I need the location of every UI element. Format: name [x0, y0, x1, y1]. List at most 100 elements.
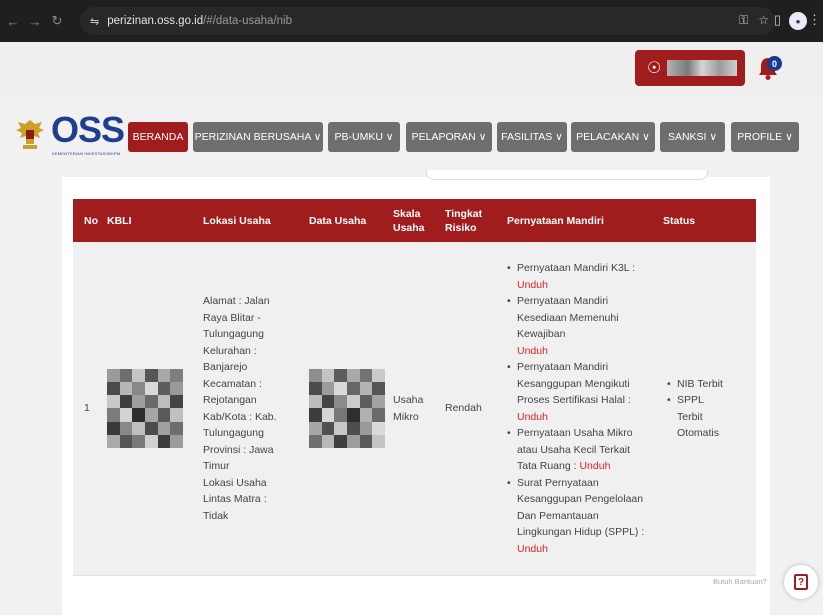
- redacted-pixel: [132, 368, 145, 382]
- redacted-pixel: [334, 381, 347, 396]
- nav-beranda[interactable]: BERANDA: [128, 122, 188, 152]
- oss-logo[interactable]: OSS: [51, 112, 125, 148]
- oss-logo-subtitle: KEMENTERIAN INVESTASI/BKPM: [52, 151, 121, 156]
- redacted-pixel: [347, 435, 360, 449]
- redacted-pixel: [347, 421, 360, 436]
- status-text: Otomatis: [677, 427, 720, 439]
- garuda-emblem-icon: [16, 120, 44, 149]
- redacted-pixel: [347, 408, 360, 422]
- pernyataan-text: Pernyataan Mandiri: [517, 295, 609, 307]
- pernyataan-text: Dan Pemantauan: [517, 509, 599, 522]
- cell-risiko: Rendah: [441, 242, 503, 575]
- redacted-pixel: [145, 381, 158, 396]
- cell-kbli: [103, 242, 195, 575]
- pernyataan-item: Pernyataan Usaha Mikro atau Usaha Kecil T…: [507, 425, 655, 475]
- lokasi-line: Tulungagung: [203, 328, 264, 340]
- unduh-link[interactable]: Unduh: [517, 541, 655, 558]
- lokasi-line: Tidak: [203, 509, 229, 522]
- lokasi-line: Lokasi Usaha: [203, 476, 267, 489]
- redacted-pixel: [334, 368, 347, 382]
- password-key-icon[interactable]: ⚿: [739, 13, 748, 28]
- redacted-pixel: [170, 421, 183, 436]
- redacted-pixel: [157, 408, 171, 422]
- redacted-pixel: [119, 395, 133, 409]
- skala-line: Mikro: [393, 410, 419, 423]
- help-button[interactable]: ?: [784, 565, 818, 599]
- redacted-pixel: [372, 435, 385, 449]
- pernyataan-text: Proses Sertifikasi Halal :: [517, 394, 631, 406]
- cell-skala: Usaha Mikro: [389, 242, 441, 575]
- pernyataan-item: Surat Pernyataan Kesanggupan Pengelolaan D…: [507, 475, 655, 558]
- col-header-status: Status: [659, 199, 756, 242]
- skala-line: Usaha: [393, 394, 424, 406]
- redacted-pixel: [107, 381, 120, 396]
- kbli-redacted: [107, 368, 183, 449]
- browser-profile-avatar[interactable]: ●: [789, 12, 807, 30]
- cell-lokasi: Alamat : Jalan Raya Blitar - Tulungagung Ke…: [195, 242, 305, 575]
- redacted-pixel: [372, 408, 385, 422]
- col-header-tingkat-risiko: Tingkat Risiko: [441, 199, 503, 242]
- unduh-link[interactable]: Unduh: [517, 343, 655, 360]
- redacted-pixel: [119, 381, 133, 396]
- redacted-pixel: [309, 395, 322, 409]
- help-label: Butuh Bantuan?: [713, 577, 767, 586]
- pernyataan-text: Pernyataan Usaha Mikro: [517, 427, 633, 439]
- redacted-pixel: [334, 408, 347, 422]
- unduh-link[interactable]: Unduh: [579, 460, 610, 472]
- nav-profile[interactable]: PROFILE ∨: [731, 122, 799, 152]
- back-arrow-icon[interactable]: ←: [4, 14, 22, 29]
- table-row: 1 Alamat : Jalan Raya Blitar - Tulungagung…: [73, 242, 756, 575]
- pernyataan-text: Kesanggupan Pengelolaan: [517, 493, 644, 505]
- redacted-pixel: [119, 368, 133, 382]
- redacted-pixel: [309, 408, 322, 422]
- redacted-pixel: [359, 435, 373, 449]
- redacted-pixel: [359, 421, 373, 436]
- redacted-pixel: [309, 368, 322, 382]
- status-text: Terbit: [677, 410, 703, 423]
- cell-status: NIB Terbit SPPL Terbit Otomatis: [659, 242, 756, 575]
- forward-arrow-icon[interactable]: →: [26, 14, 44, 29]
- redacted-pixel: [145, 395, 158, 409]
- url-host: perizinan.oss.go.id: [107, 15, 204, 27]
- nav-perizinan-berusaha[interactable]: PERIZINAN BERUSAHA ∨: [193, 122, 323, 152]
- help-question-icon: ?: [794, 574, 808, 590]
- reload-icon[interactable]: ↻: [48, 13, 66, 29]
- redacted-pixel: [334, 421, 347, 436]
- redacted-pixel: [170, 408, 183, 422]
- bookmark-star-icon[interactable]: ☆: [758, 13, 769, 28]
- col-header-skala-usaha: Skala Usaha: [389, 199, 441, 242]
- redacted-pixel: [157, 395, 171, 409]
- redacted-pixel: [372, 368, 385, 382]
- table-footer-row: [73, 575, 756, 615]
- browser-menu-icon[interactable]: ⋮: [808, 12, 821, 28]
- cell-pernyataan: Pernyataan Mandiri K3L :UnduhPernyataan …: [503, 242, 659, 575]
- search-box-edge[interactable]: [426, 170, 708, 180]
- redacted-pixel: [132, 381, 145, 396]
- redacted-pixel: [347, 395, 360, 409]
- nav-pb-umku[interactable]: PB-UMKU ∨: [328, 122, 400, 152]
- redacted-pixel: [107, 368, 120, 382]
- lokasi-text: Alamat : Jalan Raya Blitar - Tulungagung Ke…: [203, 293, 301, 524]
- redacted-pixel: [157, 421, 171, 436]
- unduh-link[interactable]: Unduh: [517, 277, 655, 294]
- unduh-link[interactable]: Unduh: [517, 409, 655, 426]
- nav-pelaporan[interactable]: PELAPORAN ∨: [406, 122, 492, 152]
- redacted-pixel: [132, 395, 145, 409]
- address-bar[interactable]: ⇋ perizinan.oss.go.id/#/data-usaha/nib ⚿…: [80, 7, 775, 35]
- lokasi-line: Alamat : Jalan: [203, 295, 270, 307]
- redacted-pixel: [107, 408, 120, 422]
- nav-sanksi[interactable]: SANKSI ∨: [660, 122, 725, 152]
- redacted-pixel: [132, 408, 145, 422]
- redacted-pixel: [145, 368, 158, 382]
- redacted-pixel: [107, 395, 120, 409]
- status-item: NIB Terbit: [667, 376, 752, 393]
- nav-pelacakan[interactable]: PELACAKAN ∨: [571, 122, 655, 152]
- user-account-button[interactable]: ☉: [635, 50, 745, 86]
- lokasi-line: Raya Blitar -: [203, 311, 261, 324]
- site-settings-icon[interactable]: ⇋: [90, 15, 99, 28]
- nav-fasilitas[interactable]: FASILITAS ∨: [497, 122, 567, 152]
- extensions-icon[interactable]: ▯: [774, 12, 781, 28]
- redacted-pixel: [132, 421, 145, 436]
- lokasi-line: Kab/Kota : Kab.: [203, 410, 277, 423]
- pernyataan-text: Lingkungan Hidup (SPPL) :: [517, 526, 645, 538]
